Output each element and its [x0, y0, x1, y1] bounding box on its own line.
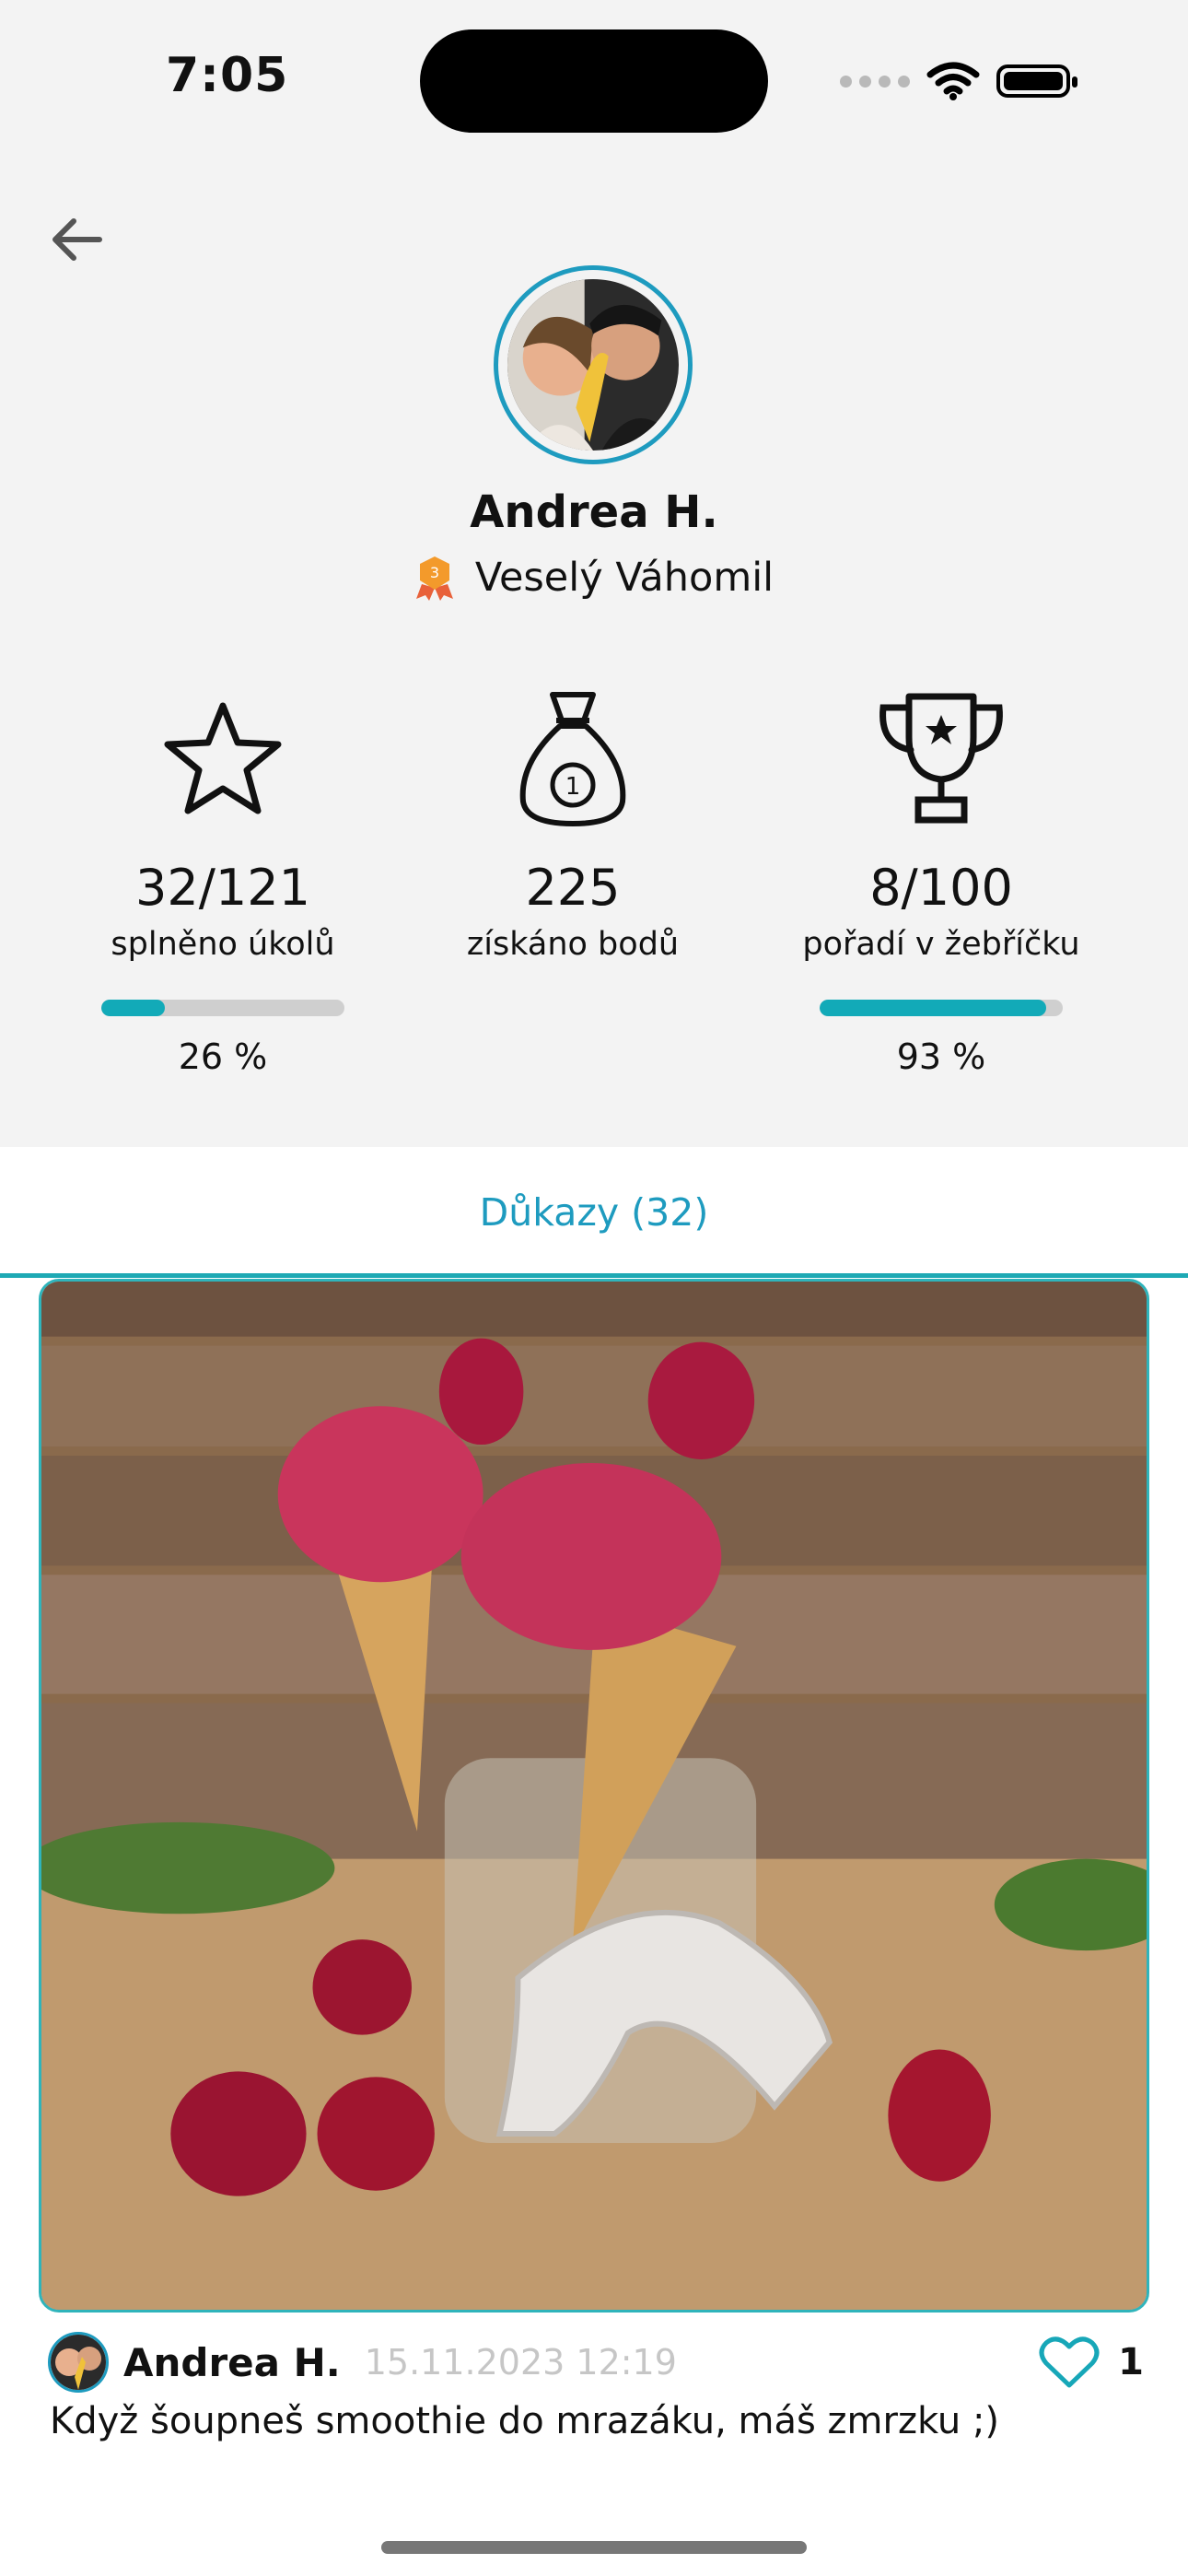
- battery-icon: [996, 64, 1077, 98]
- stat-points: 1 225 získáno bodů: [389, 689, 757, 963]
- level-title: Veselý Váhomil: [474, 555, 775, 601]
- post-author-avatar[interactable]: [48, 2332, 109, 2393]
- post-author-row: Andrea H. 15.11.2023 12:19 1: [48, 2329, 1144, 2395]
- bag-number: 1: [565, 773, 581, 801]
- trophy-icon: [879, 693, 1003, 824]
- tasks-progress-bar: [101, 1000, 344, 1016]
- dynamic-island: [420, 29, 768, 133]
- tab-indicator: [0, 1273, 1188, 1278]
- tasks-progress-fill: [101, 1000, 165, 1016]
- avatar-photo: [507, 279, 679, 451]
- star-icon: [164, 702, 282, 814]
- stat-tasks: 32/121 splněno úkolů 26 %: [39, 689, 407, 1077]
- tasks-label: splněno úkolů: [111, 926, 335, 963]
- heart-icon[interactable]: [1039, 2336, 1100, 2389]
- money-bag-icon: 1: [519, 692, 626, 826]
- post-photo[interactable]: [39, 1279, 1149, 2313]
- medal-icon: 3: [415, 556, 453, 601]
- post-datetime: 15.11.2023 12:19: [364, 2342, 677, 2383]
- tasks-value: 32/121: [135, 859, 310, 917]
- post-author-name[interactable]: Andrea H.: [123, 2340, 341, 2385]
- arrow-left-icon[interactable]: [44, 205, 111, 271]
- rank-progress-fill: [820, 1000, 1046, 1016]
- wifi-icon: [926, 62, 980, 100]
- signal-icon: [840, 75, 910, 88]
- home-indicator[interactable]: [381, 2541, 807, 2554]
- rank-progress-bar: [820, 1000, 1063, 1016]
- like-button[interactable]: 1: [1039, 2336, 1144, 2389]
- post-caption: Když šoupneš smoothie do mrazáku, máš zm…: [50, 2400, 1000, 2442]
- status-icons: [840, 53, 1077, 109]
- medal-number: 3: [430, 564, 439, 581]
- tab-proofs[interactable]: Důkazy (32): [0, 1147, 1188, 1276]
- rank-progress-text: 93 %: [896, 1036, 986, 1077]
- stat-rank: 8/100 pořadí v žebříčku 93 %: [757, 689, 1125, 1077]
- avatar: [494, 265, 693, 464]
- profile-name: Andrea H.: [470, 486, 718, 538]
- tasks-progress-text: 26 %: [178, 1036, 268, 1077]
- level-row: 3 Veselý Váhomil: [0, 555, 1188, 601]
- status-time: 7:05: [166, 48, 289, 103]
- rank-label: pořadí v žebříčku: [802, 926, 1080, 963]
- points-value: 225: [525, 859, 621, 917]
- points-label: získáno bodů: [466, 926, 680, 963]
- rank-value: 8/100: [869, 859, 1013, 917]
- like-count: 1: [1118, 2341, 1144, 2383]
